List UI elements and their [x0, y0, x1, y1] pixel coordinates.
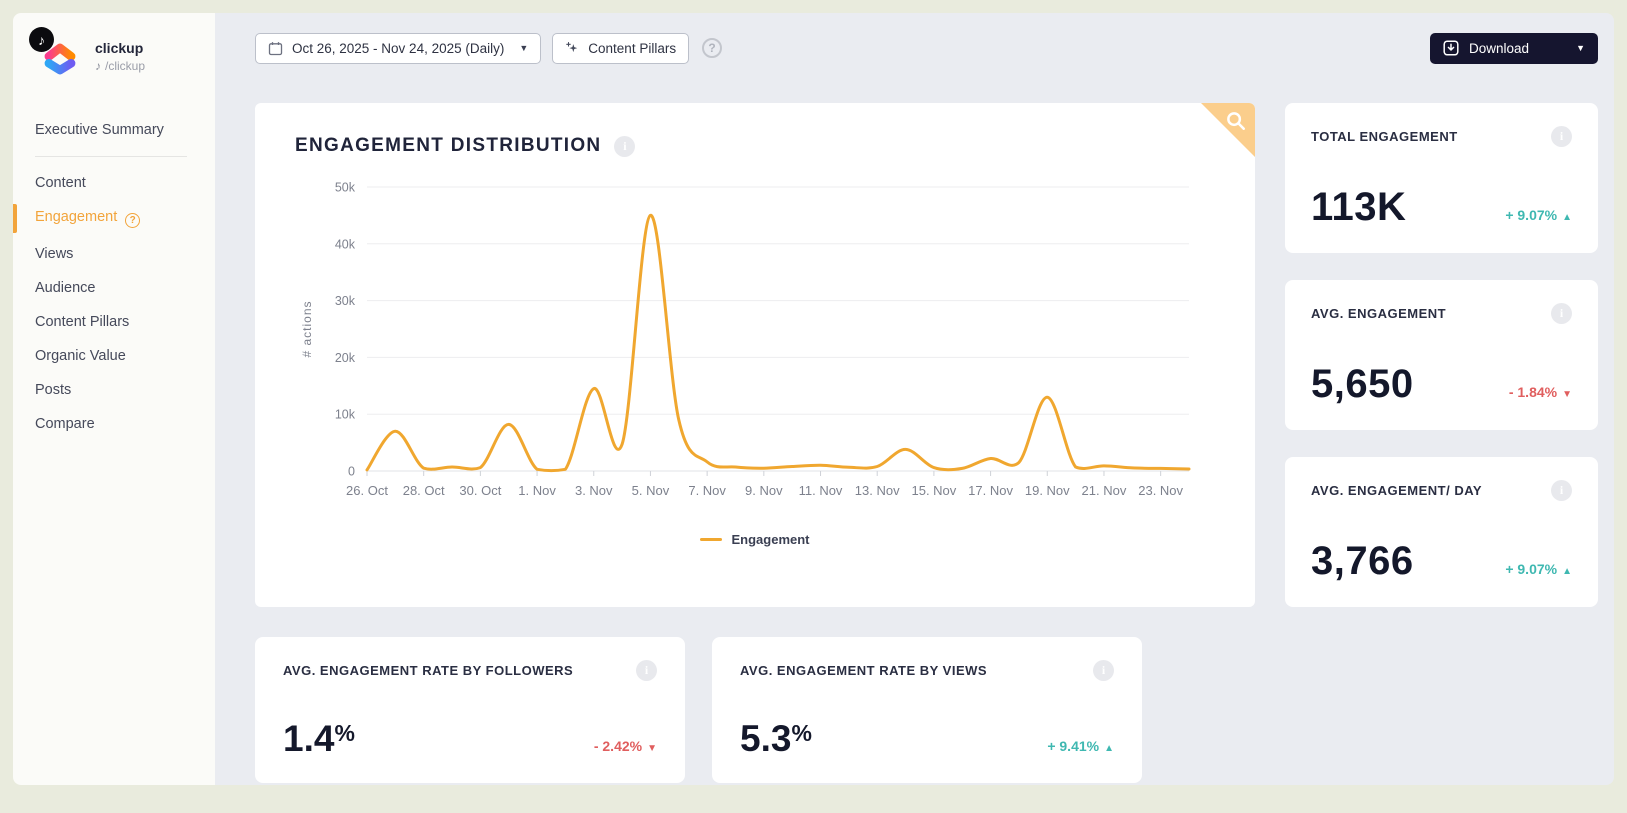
- x-tick-label: 11. Nov: [799, 483, 843, 498]
- calendar-icon: [268, 41, 283, 56]
- card-value: 5,650: [1311, 362, 1414, 406]
- card-value: 3,766: [1311, 539, 1414, 583]
- help-icon[interactable]: ?: [702, 38, 723, 58]
- x-tick-label: 23. Nov: [1138, 483, 1183, 498]
- engagement-help-icon[interactable]: ?: [125, 213, 141, 228]
- sidebar-item-organic-value[interactable]: Organic Value: [35, 339, 199, 373]
- x-tick-label: 9. Nov: [745, 483, 783, 498]
- info-icon[interactable]: i: [1551, 480, 1572, 501]
- trend-badge: - 1.84% ▼: [1508, 384, 1572, 400]
- trend-arrow-icon: ▼: [647, 743, 657, 754]
- trend-badge: + 9.41% ▲: [1047, 738, 1114, 754]
- download-label: Download: [1469, 40, 1530, 56]
- engagement-rate-views-card: AVG. ENGAGEMENT RATE BY VIEWS i 5.3% + 9…: [712, 637, 1142, 783]
- y-tick-label: 20k: [335, 351, 356, 365]
- trend-badge: - 2.42% ▼: [593, 738, 657, 754]
- chart-legend: Engagement: [295, 532, 1215, 547]
- x-tick-label: 5. Nov: [632, 483, 670, 498]
- tiktok-platform-icon: ♪: [29, 27, 54, 52]
- x-tick-label: 7. Nov: [688, 483, 726, 498]
- trend-badge: + 9.07% ▲: [1505, 207, 1572, 223]
- date-range-picker[interactable]: Oct 26, 2025 - Nov 24, 2025 (Daily) ▼: [255, 32, 542, 64]
- card-value: 113K: [1311, 185, 1407, 229]
- account-logo: ♪: [29, 27, 83, 79]
- trend-arrow-icon: ▲: [1562, 566, 1572, 577]
- content-pillars-label: Content Pillars: [588, 40, 677, 56]
- sidebar-item-executive-summary[interactable]: Executive Summary: [35, 113, 199, 147]
- tiktok-note-icon: ♪: [95, 58, 101, 73]
- info-icon[interactable]: i: [1551, 303, 1572, 324]
- total-engagement-card: TOTAL ENGAGEMENT i 113K + 9.07% ▲: [1285, 103, 1598, 253]
- info-icon[interactable]: i: [1093, 660, 1114, 681]
- account-info: clickup ♪ /clickup: [95, 40, 145, 73]
- x-tick-label: 30. Oct: [459, 483, 501, 498]
- y-tick-label: 0: [348, 465, 355, 479]
- avg-engagement-card: AVG. ENGAGEMENT i 5,650 - 1.84% ▼: [1285, 280, 1598, 430]
- x-tick-label: 26. Oct: [346, 483, 388, 498]
- account-name: clickup: [95, 39, 144, 56]
- account-handle-text: /clickup: [105, 58, 146, 73]
- x-tick-label: 3. Nov: [575, 483, 613, 498]
- sparkle-icon: [565, 41, 579, 55]
- content-pillars-button[interactable]: Content Pillars: [552, 32, 690, 64]
- sidebar-item-views[interactable]: Views: [35, 237, 199, 271]
- card-label: TOTAL ENGAGEMENT: [1311, 129, 1458, 144]
- main-canvas: Oct 26, 2025 - Nov 24, 2025 (Daily) ▼ Co…: [215, 13, 1614, 785]
- expand-chart-button[interactable]: [1201, 103, 1255, 157]
- download-button[interactable]: Download ▼: [1430, 32, 1598, 64]
- y-tick-label: 40k: [335, 237, 356, 251]
- download-icon: [1443, 40, 1459, 56]
- x-tick-label: 19. Nov: [1025, 483, 1070, 498]
- trend-badge: + 9.07% ▲: [1505, 561, 1572, 577]
- card-label: AVG. ENGAGEMENT RATE BY FOLLOWERS: [283, 663, 574, 678]
- account-handle: ♪ /clickup: [95, 59, 145, 73]
- avg-engagement-day-card: AVG. ENGAGEMENT/ DAY i 3,766 + 9.07% ▲: [1285, 457, 1598, 607]
- legend-label: Engagement: [731, 532, 810, 547]
- x-tick-label: 15. Nov: [911, 483, 956, 498]
- chart-title: ENGAGEMENT DISTRIBUTION: [295, 135, 602, 156]
- sidebar-nav: Executive Summary Content Engagement? Vi…: [13, 113, 215, 441]
- y-tick-label: 30k: [335, 294, 356, 308]
- card-label: AVG. ENGAGEMENT: [1311, 306, 1447, 321]
- x-tick-label: 28. Oct: [403, 483, 445, 498]
- trend-arrow-icon: ▼: [1562, 389, 1572, 400]
- x-tick-label: 17. Nov: [968, 483, 1013, 498]
- sidebar-item-content[interactable]: Content: [35, 166, 199, 200]
- x-tick-label: 21. Nov: [1082, 483, 1127, 498]
- card-label: AVG. ENGAGEMENT RATE BY VIEWS: [740, 663, 988, 678]
- download-caret-icon[interactable]: ▼: [1576, 43, 1585, 53]
- sidebar-item-content-pillars[interactable]: Content Pillars: [35, 305, 199, 339]
- card-value: 1.4%: [283, 718, 355, 759]
- x-tick-label: 13. Nov: [855, 483, 900, 498]
- card-label: AVG. ENGAGEMENT/ DAY: [1311, 483, 1483, 498]
- engagement-line: [365, 213, 1191, 473]
- card-value: 5.3%: [740, 718, 812, 759]
- engagement-distribution-card: ENGAGEMENT DISTRIBUTION i 0 10k 20k 30k 40k 5…: [255, 103, 1255, 607]
- app-frame: ♪ clickup ♪ /clickup Executive Summary C…: [13, 13, 1614, 785]
- chevron-down-icon: ▼: [519, 43, 529, 53]
- info-icon[interactable]: i: [614, 135, 636, 157]
- y-tick-label: 10k: [335, 408, 356, 422]
- sidebar-item-compare[interactable]: Compare: [35, 407, 199, 441]
- legend-line-swatch: [700, 538, 723, 541]
- engagement-chart[interactable]: 0 10k 20k 30k 40k 50k 26. Oct 28. Oct 30. Oct 1. …: [295, 171, 1215, 532]
- x-tick-label: 1. Nov: [518, 483, 556, 498]
- toolbar: Oct 26, 2025 - Nov 24, 2025 (Daily) ▼ Co…: [255, 32, 1598, 64]
- trend-arrow-icon: ▲: [1562, 212, 1572, 223]
- trend-arrow-icon: ▲: [1104, 743, 1114, 754]
- y-axis-label: # actions: [300, 300, 314, 357]
- magnifier-icon: [1227, 112, 1245, 130]
- info-icon[interactable]: i: [636, 660, 657, 681]
- nav-divider: [35, 156, 187, 157]
- sidebar-item-engagement[interactable]: Engagement?: [13, 200, 199, 237]
- date-range-text: Oct 26, 2025 - Nov 24, 2025 (Daily): [292, 40, 505, 56]
- sidebar-item-posts[interactable]: Posts: [35, 373, 199, 407]
- account-header: ♪ clickup ♪ /clickup: [29, 27, 215, 79]
- info-icon[interactable]: i: [1551, 126, 1572, 147]
- sidebar-item-label: Engagement: [35, 209, 118, 225]
- engagement-rate-followers-card: AVG. ENGAGEMENT RATE BY FOLLOWERS i 1.4%…: [255, 637, 685, 783]
- sidebar-item-audience[interactable]: Audience: [35, 271, 199, 305]
- sidebar: ♪ clickup ♪ /clickup Executive Summary C…: [13, 13, 215, 785]
- y-tick-label: 50k: [335, 181, 356, 195]
